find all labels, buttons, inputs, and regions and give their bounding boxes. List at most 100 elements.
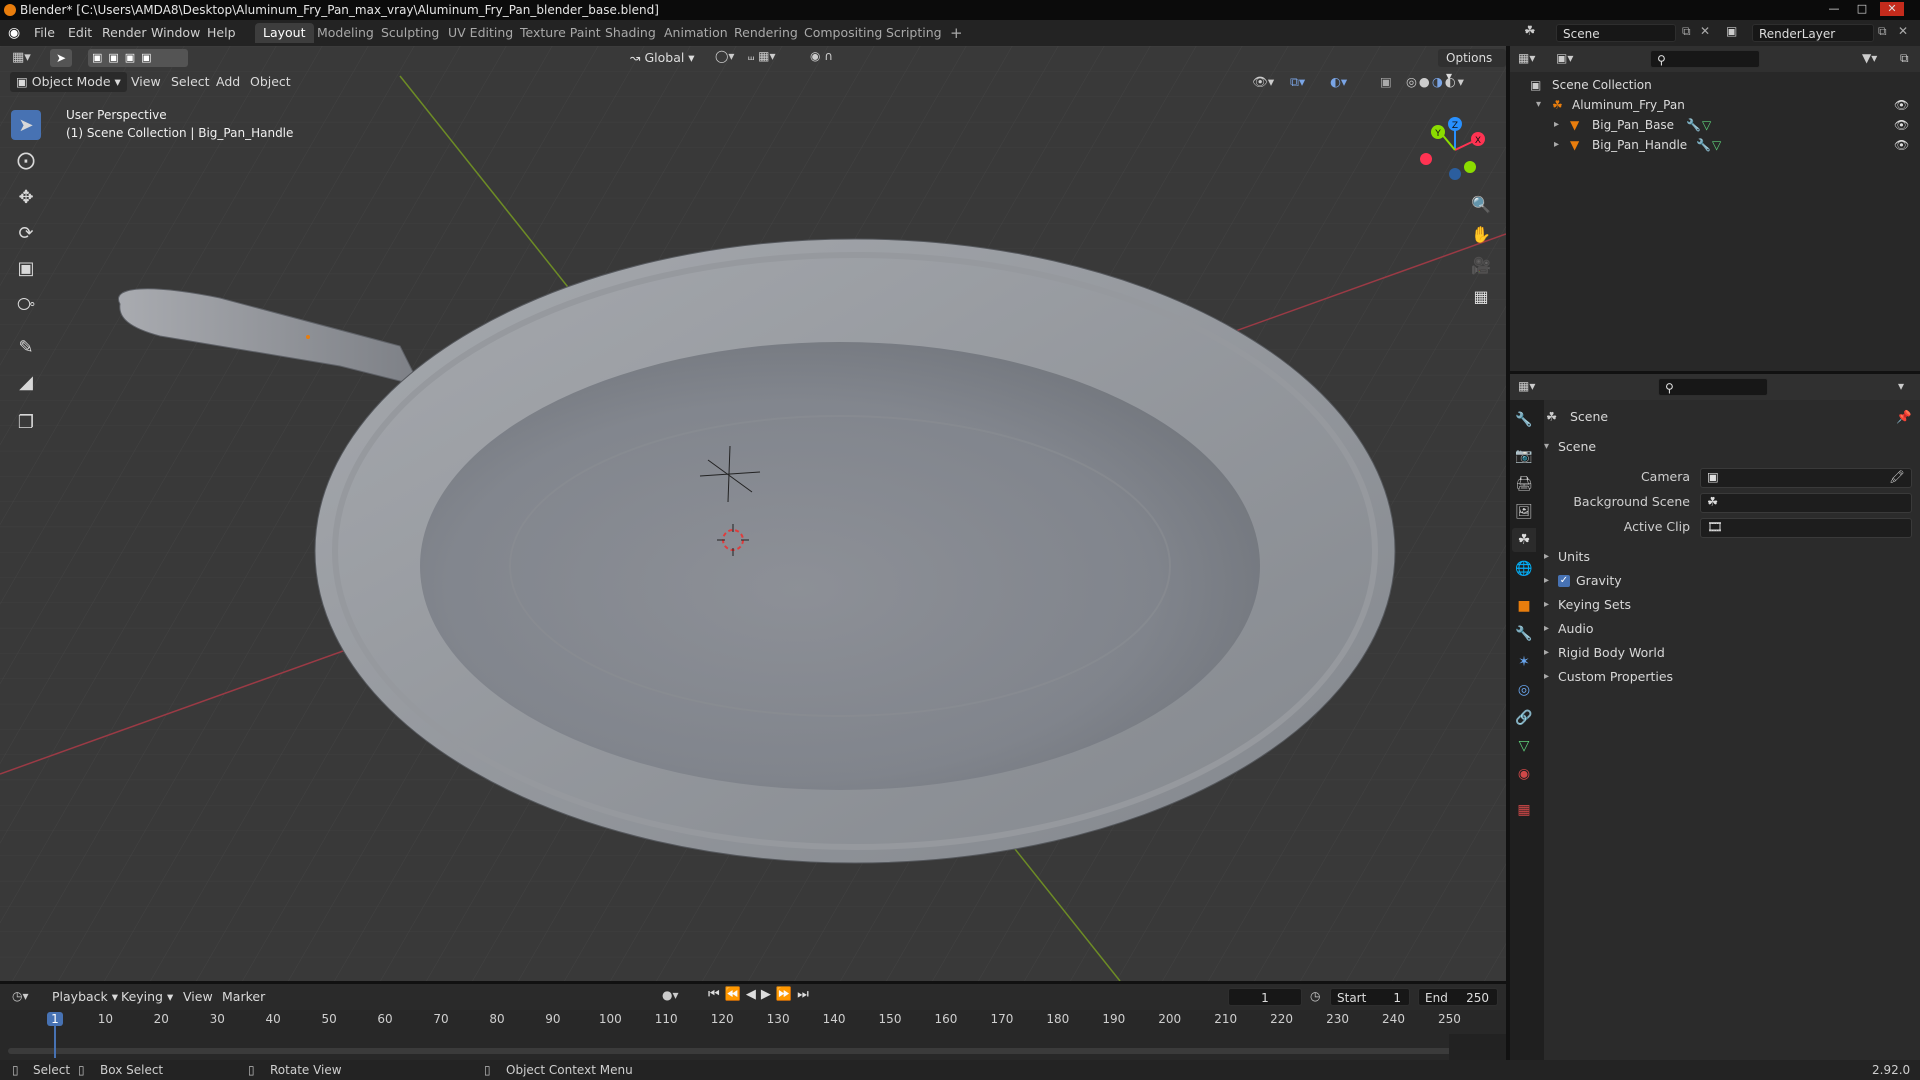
scene-field[interactable]: Scene [1556,24,1676,42]
menu-playback[interactable]: Playback ▾ [52,987,118,1007]
expand-arrow-icon[interactable]: ▸ [1554,135,1559,155]
current-frame-field[interactable]: 1 [1228,988,1302,1006]
new-collection-icon[interactable]: ⧉ [1900,51,1909,66]
subpanel-gravity[interactable]: ▸ ✓ Gravity [1544,570,1920,592]
playback-controls[interactable]: ⏮⏪◀▶⏩⏭ [708,987,814,1002]
menu-add[interactable]: Add [216,72,240,92]
properties-editor-type-icon[interactable]: ▦▾ [1518,379,1535,393]
delete-scene-icon[interactable]: ✕ [1700,24,1710,38]
outliner-row-big-pan-handle[interactable]: ▸ ▼ Big_Pan_Handle 🔧 ▽ 👁 [1510,135,1920,155]
select-box-tool[interactable]: ➤ [11,110,41,140]
tab-animation[interactable]: Animation [656,23,736,43]
subpanel-rigid-body-world[interactable]: ▸ Rigid Body World [1544,642,1920,664]
visibility-eye-icon[interactable]: 👁 [1894,115,1909,135]
view-layer-tab-icon[interactable]: 🖼 [1512,500,1536,524]
move-tool[interactable]: ✥ [11,182,41,212]
maximize-icon[interactable]: □ [1850,2,1874,16]
menu-timeline-view[interactable]: View [183,987,213,1007]
delete-view-layer-icon[interactable]: ✕ [1898,24,1908,38]
mode-dropdown[interactable]: ▣ Object Mode ▾ [10,72,127,92]
scene-tab-icon[interactable]: ☘ [1512,528,1536,552]
tab-shading[interactable]: Shading [597,23,664,43]
world-tab-icon[interactable]: 🌐 [1512,557,1536,581]
scene-panel-header[interactable]: ▾ Scene [1544,436,1920,458]
menu-view[interactable]: View [131,72,161,92]
measure-tool[interactable]: ◢ [11,367,41,397]
active-clip-field[interactable]: 🎞 [1700,518,1912,538]
record-icon[interactable]: ●▾ [662,988,679,1002]
xray-icon[interactable]: ▣ [1380,72,1392,92]
visibility-eye-icon[interactable]: 👁 [1894,135,1909,155]
pin-icon[interactable]: 📌 [1896,406,1912,428]
tab-texture-paint[interactable]: Texture Paint [512,23,609,43]
transform-tool[interactable]: ⧂ [11,289,41,319]
close-icon[interactable]: ✕ [1880,2,1904,16]
rotate-tool[interactable]: ⟳ [11,218,41,248]
end-frame-field[interactable]: End 250 [1418,988,1498,1006]
scene-icon[interactable]: ☘ [1524,24,1536,39]
zoom-icon[interactable]: 🔍 [1466,192,1496,218]
transform-orientation-dropdown[interactable]: ↝ Global ▾ [630,49,695,67]
3d-viewport[interactable] [0,46,1506,981]
data-tab-icon[interactable]: ▽ [1512,734,1536,758]
blender-menu-icon[interactable]: ◉ [8,25,24,41]
menu-select[interactable]: Select [171,72,210,92]
properties-options-icon[interactable]: ▾ [1898,379,1904,393]
camera-view-icon[interactable]: 🎥 [1466,253,1496,279]
start-frame-field[interactable]: Start 1 [1330,988,1410,1006]
expand-arrow-icon[interactable]: ▾ [1536,95,1541,115]
tab-scripting[interactable]: Scripting [878,23,950,43]
scale-tool[interactable]: ▣ [11,253,41,283]
menu-file[interactable]: File [34,25,55,40]
tab-modeling[interactable]: Modeling [309,23,382,43]
outliner-search-input[interactable]: ⚲ [1650,50,1760,68]
add-cube-tool[interactable]: ❐ [11,407,41,437]
selection-mode-icons[interactable]: ▣▣▣▣ [88,49,188,67]
navigation-gizmo[interactable]: Z Y X [1410,112,1500,188]
menu-edit[interactable]: Edit [68,25,92,40]
timeline-editor-type-icon[interactable]: ◷▾ [12,989,29,1003]
outliner-row-aluminum-fry-pan[interactable]: ▾ ☘ Aluminum_Fry_Pan 👁 [1510,95,1920,115]
outliner-editor-type-icon[interactable]: ▦▾ [1518,51,1535,65]
pan-hand-icon[interactable]: ✋ [1466,222,1496,248]
display-mode-icon[interactable]: ▣▾ [1556,51,1573,65]
visibility-eye-icon[interactable]: 👁 [1894,95,1909,115]
perspective-toggle-icon[interactable]: ▦ [1466,284,1496,310]
particles-tab-icon[interactable]: ✶ [1512,650,1536,674]
modifiers-tab-icon[interactable]: 🔧 [1512,622,1536,646]
subpanel-audio[interactable]: ▸ Audio [1544,618,1920,640]
gravity-checkbox[interactable]: ✓ [1558,575,1570,587]
constraints-tab-icon[interactable]: 🔗 [1512,706,1536,730]
menu-marker[interactable]: Marker [222,987,265,1007]
outliner-row-scene-collection[interactable]: ▣ Scene Collection [1510,75,1920,95]
tab-layout[interactable]: Layout [255,23,314,43]
minimize-icon[interactable]: — [1822,2,1846,16]
timeline-scrollbar[interactable] [8,1048,1496,1054]
options-button[interactable]: Options ▾ [1438,49,1506,83]
physics-tab-icon[interactable]: ◎ [1512,678,1536,702]
menu-keying[interactable]: Keying ▾ [121,987,173,1007]
new-scene-icon[interactable]: ⧉ [1682,24,1691,39]
cursor-tool[interactable]: ⨀ [11,145,41,175]
tab-rendering[interactable]: Rendering [726,23,806,43]
shading-mode-icons[interactable]: ◎●◑◐▾ [1406,72,1466,92]
outliner-row-big-pan-base[interactable]: ▸ ▼ Big_Pan_Base 🔧 ▽ 👁 [1510,115,1920,135]
texture-tab-icon[interactable]: ▦ [1512,798,1536,822]
render-tab-icon[interactable]: 📷 [1512,444,1536,468]
subpanel-custom-properties[interactable]: ▸ Custom Properties [1544,666,1920,688]
gizmo-icon[interactable]: ⧉▾ [1290,72,1305,92]
tab-compositing[interactable]: Compositing [796,23,890,43]
proportional-editing-icon[interactable]: ◉ ∩ [810,49,833,63]
filter-icon[interactable]: ▼▾ [1862,51,1877,65]
overlays-icon[interactable]: ◐▾ [1330,72,1347,92]
properties-search-input[interactable]: ⚲ [1658,378,1768,396]
menu-object[interactable]: Object [250,72,291,92]
view-layer-field[interactable]: RenderLayer [1752,24,1874,42]
subpanel-keying-sets[interactable]: ▸ Keying Sets [1544,594,1920,616]
annotate-tool[interactable]: ✎ [11,332,41,362]
select-tool-icon[interactable]: ➤ [50,49,72,67]
subpanel-units[interactable]: ▸ Units [1544,546,1920,568]
menu-render[interactable]: Render [102,25,147,40]
add-workspace-icon[interactable]: + [942,23,971,43]
object-tab-icon[interactable]: ■ [1512,594,1536,618]
